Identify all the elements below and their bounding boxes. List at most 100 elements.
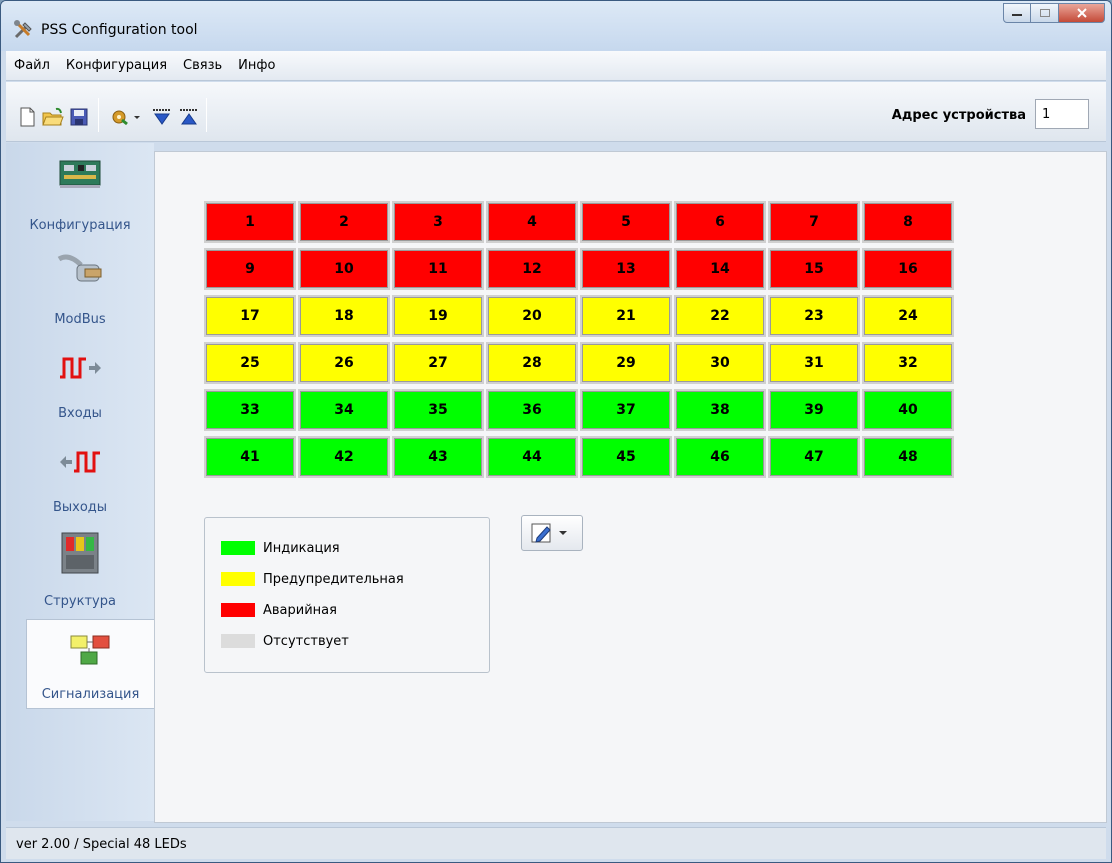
led-number: 23 bbox=[770, 297, 858, 335]
led-cell[interactable]: 9 bbox=[204, 248, 296, 290]
led-number: 31 bbox=[770, 344, 858, 382]
led-cell[interactable]: 43 bbox=[392, 436, 484, 478]
led-number: 5 bbox=[582, 203, 670, 241]
minimize-button[interactable] bbox=[1003, 3, 1031, 23]
led-number: 3 bbox=[394, 203, 482, 241]
led-cell[interactable]: 15 bbox=[768, 248, 860, 290]
sidebar-item-configuration[interactable]: Конфигурация bbox=[6, 149, 154, 239]
led-number: 8 bbox=[864, 203, 952, 241]
sidebar-item-modbus[interactable]: ModBus bbox=[6, 243, 154, 333]
led-cell[interactable]: 4 bbox=[486, 201, 578, 243]
sidebar-item-structure[interactable]: Структура bbox=[6, 525, 154, 615]
led-number: 38 bbox=[676, 391, 764, 429]
led-cell[interactable]: 28 bbox=[486, 342, 578, 384]
led-cell[interactable]: 3 bbox=[392, 201, 484, 243]
legend: Индикация Предупредительная Аварийная От… bbox=[204, 517, 490, 673]
maximize-icon bbox=[1039, 9, 1050, 17]
close-button[interactable] bbox=[1059, 3, 1105, 23]
led-cell[interactable]: 30 bbox=[674, 342, 766, 384]
led-cell[interactable]: 36 bbox=[486, 389, 578, 431]
led-cell[interactable]: 25 bbox=[204, 342, 296, 384]
sidebar-item-outputs[interactable]: Выходы bbox=[6, 431, 154, 521]
led-number: 26 bbox=[300, 344, 388, 382]
led-cell[interactable]: 39 bbox=[768, 389, 860, 431]
led-cell[interactable]: 41 bbox=[204, 436, 296, 478]
menu-connection[interactable]: Связь bbox=[175, 58, 230, 73]
led-cell[interactable]: 46 bbox=[674, 436, 766, 478]
menu-info[interactable]: Инфо bbox=[230, 58, 283, 73]
new-file-icon bbox=[20, 107, 35, 127]
save-icon bbox=[70, 108, 88, 126]
led-number: 45 bbox=[582, 438, 670, 476]
sidebar-item-inputs[interactable]: Входы bbox=[6, 337, 154, 427]
led-cell[interactable]: 35 bbox=[392, 389, 484, 431]
led-number: 7 bbox=[770, 203, 858, 241]
led-cell[interactable]: 38 bbox=[674, 389, 766, 431]
led-number: 16 bbox=[864, 250, 952, 288]
led-cell[interactable]: 17 bbox=[204, 295, 296, 337]
led-cell[interactable]: 8 bbox=[862, 201, 954, 243]
led-cell[interactable]: 22 bbox=[674, 295, 766, 337]
edit-pencil-icon bbox=[531, 523, 567, 543]
edit-dropdown-button[interactable] bbox=[521, 515, 583, 551]
input-signal-icon bbox=[58, 355, 102, 385]
open-button[interactable] bbox=[42, 106, 64, 128]
led-cell[interactable]: 21 bbox=[580, 295, 672, 337]
led-number: 6 bbox=[676, 203, 764, 241]
led-cell[interactable]: 27 bbox=[392, 342, 484, 384]
sidebar-item-signaling[interactable]: Сигнализация bbox=[26, 619, 154, 709]
led-cell[interactable]: 44 bbox=[486, 436, 578, 478]
led-cell[interactable]: 6 bbox=[674, 201, 766, 243]
led-cell[interactable]: 42 bbox=[298, 436, 390, 478]
led-cell[interactable]: 2 bbox=[298, 201, 390, 243]
led-cell[interactable]: 14 bbox=[674, 248, 766, 290]
write-button[interactable] bbox=[178, 106, 200, 128]
led-number: 34 bbox=[300, 391, 388, 429]
connect-dropdown-button[interactable] bbox=[110, 106, 142, 128]
led-cell[interactable]: 5 bbox=[580, 201, 672, 243]
led-cell[interactable]: 13 bbox=[580, 248, 672, 290]
led-cell[interactable]: 34 bbox=[298, 389, 390, 431]
led-number: 30 bbox=[676, 344, 764, 382]
led-cell[interactable]: 29 bbox=[580, 342, 672, 384]
led-cell[interactable]: 20 bbox=[486, 295, 578, 337]
led-number: 11 bbox=[394, 250, 482, 288]
led-cell[interactable]: 10 bbox=[298, 248, 390, 290]
led-number: 47 bbox=[770, 438, 858, 476]
led-number: 25 bbox=[206, 344, 294, 382]
led-cell[interactable]: 40 bbox=[862, 389, 954, 431]
led-cell[interactable]: 24 bbox=[862, 295, 954, 337]
save-button[interactable] bbox=[68, 106, 90, 128]
led-cell[interactable]: 7 bbox=[768, 201, 860, 243]
led-number: 46 bbox=[676, 438, 764, 476]
led-cell[interactable]: 37 bbox=[580, 389, 672, 431]
led-cell[interactable]: 48 bbox=[862, 436, 954, 478]
led-cell[interactable]: 19 bbox=[392, 295, 484, 337]
new-file-button[interactable] bbox=[16, 106, 38, 128]
menu-file[interactable]: Файл bbox=[6, 58, 58, 73]
led-cell[interactable]: 33 bbox=[204, 389, 296, 431]
led-number: 10 bbox=[300, 250, 388, 288]
led-cell[interactable]: 16 bbox=[862, 248, 954, 290]
led-cell[interactable]: 18 bbox=[298, 295, 390, 337]
menu-configuration[interactable]: Конфигурация bbox=[58, 58, 175, 73]
led-cell[interactable]: 23 bbox=[768, 295, 860, 337]
led-number: 41 bbox=[206, 438, 294, 476]
legend-item: Предупредительная bbox=[221, 571, 404, 587]
led-cell[interactable]: 12 bbox=[486, 248, 578, 290]
led-cell[interactable]: 11 bbox=[392, 248, 484, 290]
legend-item: Отсутствует bbox=[221, 633, 349, 649]
maximize-button[interactable] bbox=[1031, 3, 1059, 23]
read-button[interactable] bbox=[151, 106, 173, 128]
led-cell[interactable]: 26 bbox=[298, 342, 390, 384]
led-cell[interactable]: 31 bbox=[768, 342, 860, 384]
led-cell[interactable]: 1 bbox=[204, 201, 296, 243]
toolbar-separator bbox=[98, 98, 99, 132]
led-number: 27 bbox=[394, 344, 482, 382]
led-cell[interactable]: 32 bbox=[862, 342, 954, 384]
led-cell[interactable]: 47 bbox=[768, 436, 860, 478]
led-number: 36 bbox=[488, 391, 576, 429]
led-number: 9 bbox=[206, 250, 294, 288]
device-address-input[interactable] bbox=[1035, 99, 1089, 129]
led-cell[interactable]: 45 bbox=[580, 436, 672, 478]
